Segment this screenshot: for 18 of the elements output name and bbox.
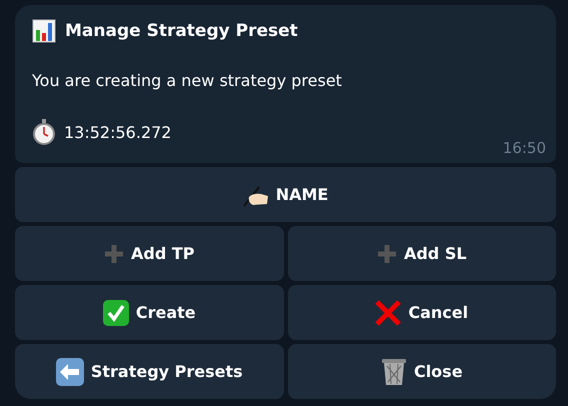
keyboard-button[interactable]: Close: [288, 344, 556, 399]
keyboard-button[interactable]: NAME: [15, 167, 556, 222]
trash-can-icon: [380, 358, 407, 386]
timer-text: 13:52:56.272: [64, 122, 172, 142]
plus-icon: [104, 244, 124, 264]
keyboard-button[interactable]: Strategy Presets: [15, 344, 284, 399]
stopwatch-icon: [32, 119, 56, 145]
message-text: You are creating a new strategy preset: [32, 71, 343, 90]
bar-chart-icon: [32, 19, 56, 43]
keyboard-button[interactable]: Create: [15, 285, 284, 340]
check-icon: [102, 300, 129, 326]
close-icon: [375, 300, 402, 326]
plus-icon: [376, 244, 397, 264]
keyboard-button[interactable]: Cancel: [288, 285, 556, 340]
keyboard-button[interactable]: Add SL: [288, 226, 556, 281]
message-title: Manage Strategy Preset: [65, 21, 298, 41]
keyboard-button[interactable]: Add TP: [15, 226, 284, 281]
message-time: 16:50: [502, 139, 546, 157]
